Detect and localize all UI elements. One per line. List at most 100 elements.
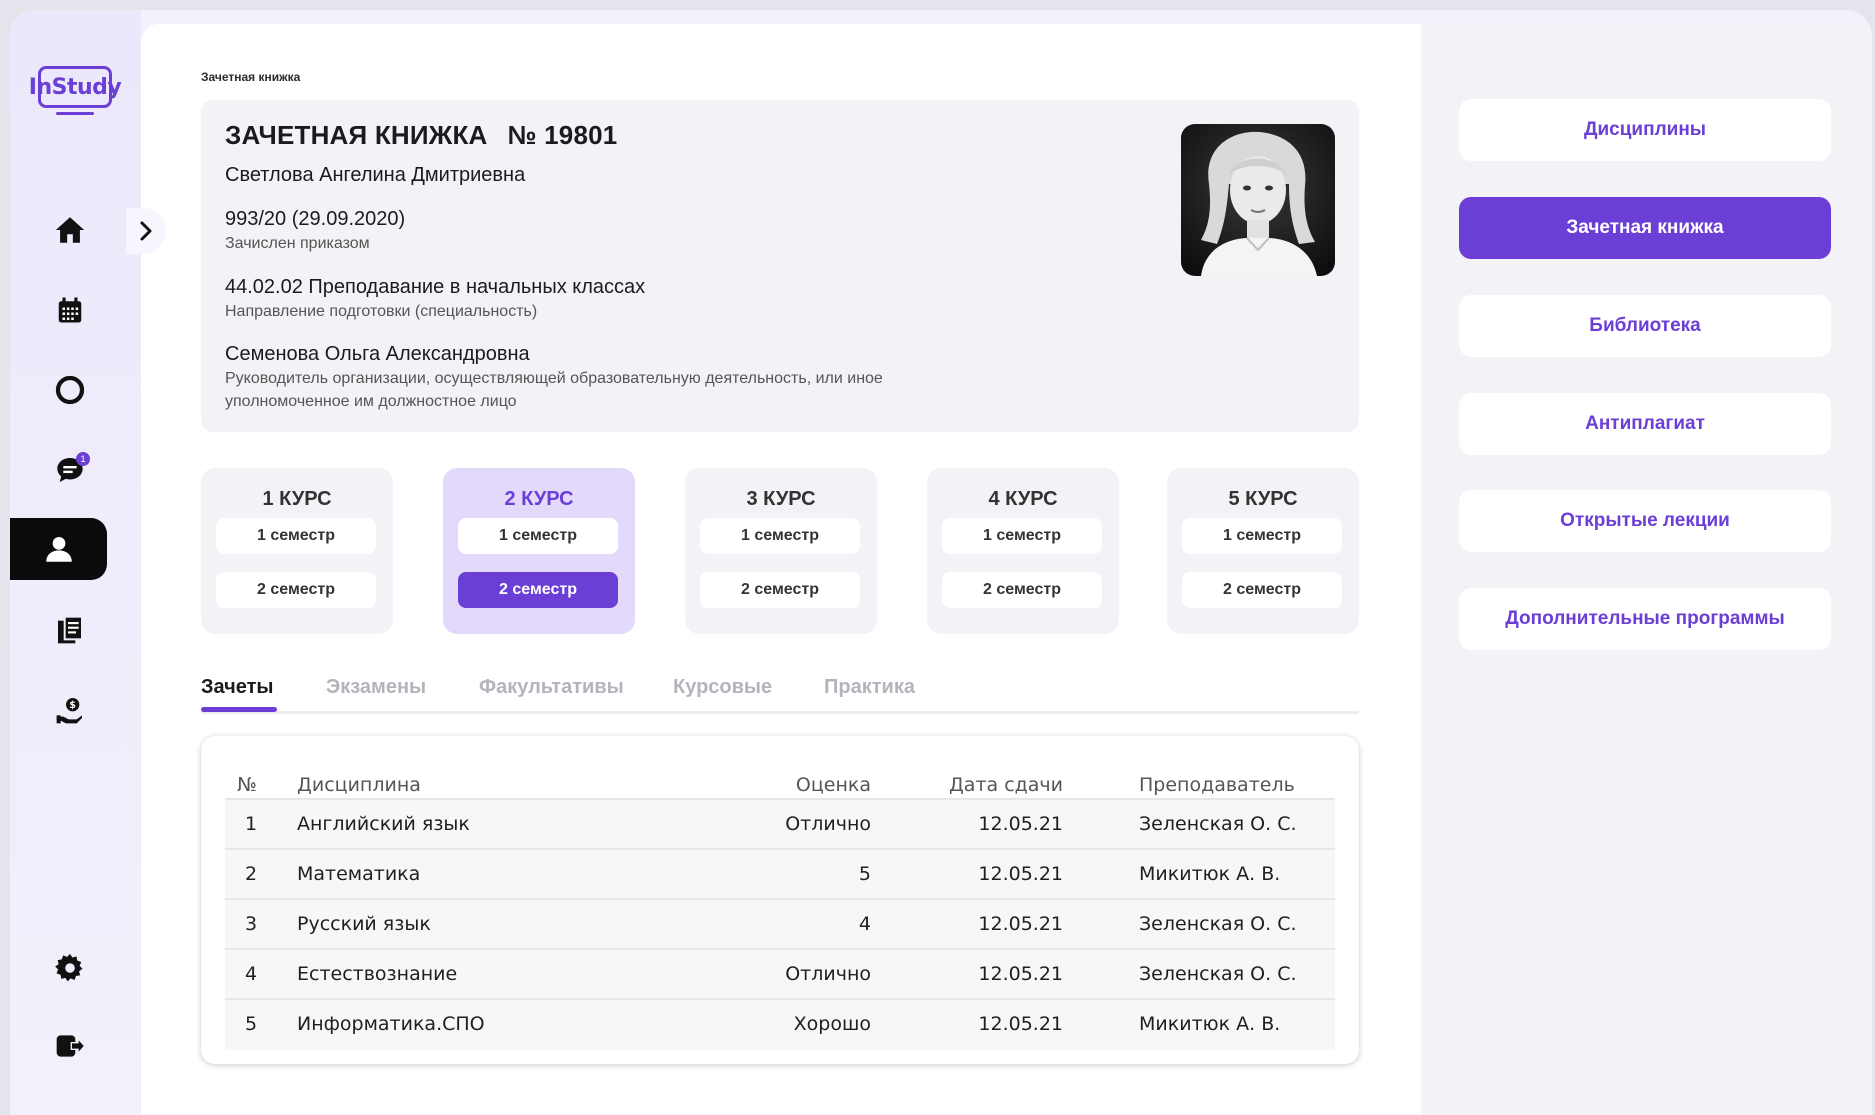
course-card-4: 4 КУРС 1 семестр 2 семестр <box>927 468 1119 634</box>
semester-2-button[interactable]: 2 семестр <box>942 572 1102 608</box>
table-row[interactable]: 3 Русский язык 4 12.05.21 Зеленская О. С… <box>225 898 1335 948</box>
column-header-number: № <box>237 774 257 796</box>
tab-practice[interactable]: Практика <box>824 676 915 699</box>
settings-icon <box>55 954 83 982</box>
main-content: Зачетная книжка ЗАЧЕТНАЯ КНИЖКА № 19801 С… <box>141 24 1421 1115</box>
logo-text: InStudy <box>29 66 122 108</box>
cell-grade: Отлично <box>785 963 871 985</box>
record-book-card: ЗАЧЕТНАЯ КНИЖКА № 19801 Светлова Ангелина… <box>201 100 1359 432</box>
cell-teacher: Микитюк А. В. <box>1139 1013 1281 1035</box>
cell-date: 12.05.21 <box>978 813 1063 835</box>
sidebar-item-documents[interactable] <box>46 606 94 654</box>
circle-icon <box>55 375 85 405</box>
semester-2-button[interactable]: 2 семестр <box>700 572 860 608</box>
cell-date: 12.05.21 <box>978 1013 1063 1035</box>
chat-badge: 1 <box>76 452 90 466</box>
course-card-3: 3 КУРС 1 семестр 2 семестр <box>685 468 877 634</box>
tab-credits[interactable]: Зачеты <box>201 676 274 699</box>
semester-2-button[interactable]: 2 семестр <box>458 572 618 608</box>
sidebar: InStudy 1 $ <box>10 10 141 1115</box>
menu-additional-programs-button[interactable]: Дополнительные программы <box>1459 588 1831 650</box>
page-title: ЗАЧЕТНАЯ КНИЖКА № 19801 <box>225 120 617 151</box>
sidebar-item-profile[interactable] <box>10 518 107 580</box>
semester-1-button[interactable]: 1 семестр <box>1182 518 1342 554</box>
direction-value: 44.02.02 Преподавание в начальных класса… <box>225 276 646 298</box>
table-row[interactable]: 5 Информатика.СПО Хорошо 12.05.21 Микитю… <box>225 998 1335 1050</box>
sidebar-item-settings[interactable] <box>46 944 94 992</box>
direction-caption: Направление подготовки (специальность) <box>225 303 538 320</box>
home-icon <box>55 217 85 243</box>
breadcrumb[interactable]: Зачетная книжка <box>201 70 300 84</box>
documents-icon <box>58 615 83 644</box>
semester-1-button[interactable]: 1 семестр <box>942 518 1102 554</box>
course-title: 5 КУРС <box>1228 488 1298 510</box>
cell-number: 1 <box>245 813 258 835</box>
cell-discipline: Русский язык <box>297 913 431 935</box>
column-header-discipline: Дисциплина <box>297 774 421 796</box>
record-title: ЗАЧЕТНАЯ КНИЖКА <box>225 120 488 150</box>
course-title: 3 КУРС <box>746 488 816 510</box>
table-row[interactable]: 2 Математика 5 12.05.21 Микитюк А. В. <box>225 848 1335 898</box>
logo-underline <box>56 112 94 115</box>
cell-grade: Хорошо <box>793 1013 871 1035</box>
head-value: Семенова Ольга Александровна <box>225 343 530 365</box>
chevron-right-icon <box>140 221 152 241</box>
logo[interactable]: InStudy <box>29 66 122 120</box>
cell-teacher: Зеленская О. С. <box>1139 813 1297 835</box>
tab-electives[interactable]: Факультативы <box>479 676 624 699</box>
tab-coursework[interactable]: Курсовые <box>673 676 772 699</box>
course-title: 2 КУРС <box>504 488 574 510</box>
calendar-icon <box>58 297 82 323</box>
order-caption: Зачислен приказом <box>225 235 370 252</box>
cell-teacher: Микитюк А. В. <box>1139 863 1281 885</box>
cell-discipline: Математика <box>297 863 421 885</box>
semester-2-button[interactable]: 2 семестр <box>216 572 376 608</box>
logout-icon <box>56 1035 86 1057</box>
semester-1-button[interactable]: 1 семестр <box>700 518 860 554</box>
cell-grade: Отлично <box>785 813 871 835</box>
cell-date: 12.05.21 <box>978 863 1063 885</box>
semester-2-button[interactable]: 2 семестр <box>1182 572 1342 608</box>
sidebar-item-chat[interactable]: 1 <box>46 446 94 494</box>
semester-1-button[interactable]: 1 семестр <box>216 518 376 554</box>
cell-date: 12.05.21 <box>978 963 1063 985</box>
cell-teacher: Зеленская О. С. <box>1139 913 1297 935</box>
menu-open-lectures-button[interactable]: Открытые лекции <box>1459 490 1831 552</box>
sidebar-item-circle[interactable] <box>46 366 94 414</box>
menu-disciplines-button[interactable]: Дисциплины <box>1459 99 1831 161</box>
support-icon: $ <box>56 698 82 724</box>
svg-text:$: $ <box>69 700 75 711</box>
column-header-date: Дата сдачи <box>948 774 1063 796</box>
sidebar-item-logout[interactable] <box>46 1022 94 1070</box>
sidebar-item-support[interactable]: $ <box>46 686 94 734</box>
cell-discipline: Английский язык <box>297 813 470 835</box>
sidebar-item-calendar[interactable] <box>46 286 94 334</box>
tab-exams[interactable]: Экзамены <box>326 676 426 699</box>
cell-discipline: Информатика.СПО <box>297 1013 485 1035</box>
table-row[interactable]: 4 Естествознание Отлично 12.05.21 Зеленс… <box>225 948 1335 998</box>
menu-library-button[interactable]: Библиотека <box>1459 295 1831 357</box>
right-menu: Дисциплины Зачетная книжка Библиотека Ан… <box>1421 24 1872 1115</box>
active-tab-indicator <box>201 707 277 712</box>
tab-bar: Зачеты Экзамены Факультативы Курсовые Пр… <box>201 672 1359 714</box>
profile-icon <box>45 536 72 562</box>
menu-antiplagiarism-button[interactable]: Антиплагиат <box>1459 393 1831 455</box>
cell-grade: 5 <box>858 863 871 885</box>
course-card-2: 2 КУРС 1 семестр 2 семестр <box>443 468 635 634</box>
course-title: 1 КУРС <box>262 488 332 510</box>
table-row[interactable]: 1 Английский язык Отлично 12.05.21 Зелен… <box>225 798 1335 848</box>
course-selector: 1 КУРС 1 семестр 2 семестр 2 КУРС 1 семе… <box>201 468 1359 634</box>
course-title: 4 КУРС <box>988 488 1058 510</box>
semester-1-button[interactable]: 1 семестр <box>458 518 618 554</box>
app-window: InStudy 1 $ Зачетная книжка ЗАЧЕТНАЯ КНИ… <box>10 10 1872 1115</box>
cell-teacher: Зеленская О. С. <box>1139 963 1297 985</box>
cell-grade: 4 <box>858 913 871 935</box>
column-header-teacher: Преподаватель <box>1139 774 1295 796</box>
course-card-5: 5 КУРС 1 семестр 2 семестр <box>1167 468 1359 634</box>
grades-table: № Дисциплина Оценка Дата сдачи Преподава… <box>201 736 1359 1064</box>
cell-number: 2 <box>245 863 258 885</box>
menu-record-book-button[interactable]: Зачетная книжка <box>1459 197 1831 259</box>
column-header-grade: Оценка <box>795 774 871 796</box>
cell-number: 5 <box>245 1013 258 1035</box>
sidebar-item-home[interactable] <box>46 206 94 254</box>
